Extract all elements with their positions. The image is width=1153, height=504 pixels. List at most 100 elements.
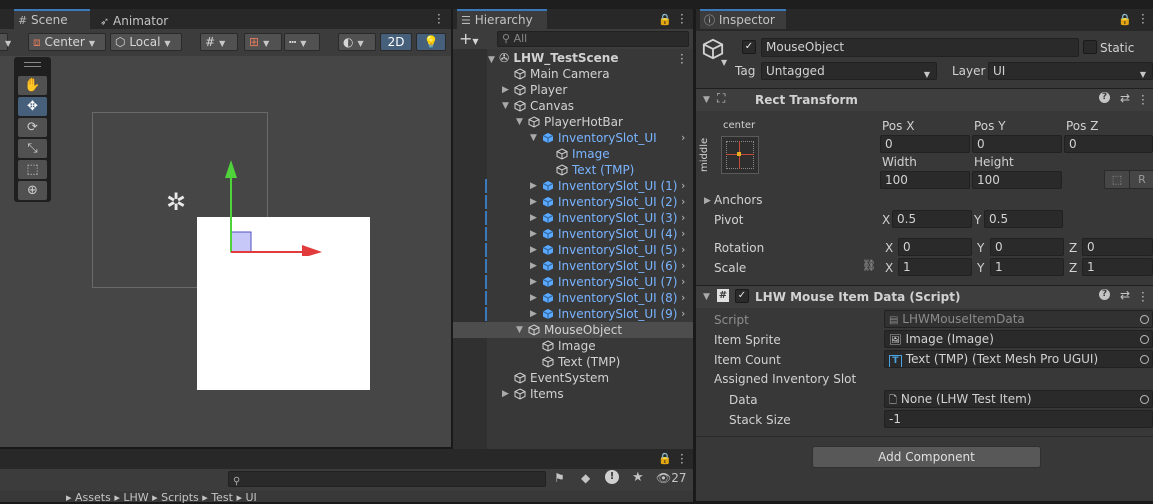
expand-arrow-icon[interactable]: ▶ <box>704 196 711 206</box>
stack-size-input[interactable]: -1 <box>884 410 1153 428</box>
lighting-button[interactable]: 💡 <box>416 33 446 51</box>
collapse-arrow-icon[interactable]: ▼ <box>516 117 523 127</box>
hierarchy-item-player[interactable]: Player <box>514 82 567 98</box>
tab-hierarchy[interactable]: ☰ Hierarchy <box>457 9 547 29</box>
scene-root[interactable]: ▼ ✇ LHW_TestScene <box>488 50 618 66</box>
breadcrumb-assets[interactable]: Assets <box>75 491 111 504</box>
item-sprite-field[interactable]: 🖼 Image (Image) <box>884 330 1153 348</box>
ruler-button[interactable]: ┅ ▼ <box>284 33 320 51</box>
expand-arrow-icon[interactable]: ▶ <box>502 389 509 399</box>
hierarchy-item-inventoryslot-ui-7[interactable]: InventorySlot_UI (7) <box>542 274 677 290</box>
breadcrumb-test[interactable]: Test <box>211 491 233 504</box>
collapse-arrow-icon[interactable]: ▼ <box>502 101 509 111</box>
open-prefab-arrow-icon[interactable]: › <box>681 211 685 224</box>
hierarchy-item-canvas[interactable]: Canvas <box>514 98 574 114</box>
icon-selector-arrow-icon[interactable]: ▼ <box>721 58 727 67</box>
expand-arrow-icon[interactable]: ▶ <box>530 181 537 191</box>
increment-snap-button[interactable]: ⊞ ▼ <box>244 33 282 51</box>
hierarchy-item-inventoryslot-ui-4[interactable]: InventorySlot_UI (4) <box>542 226 677 242</box>
hierarchy-item-mouseobject[interactable]: MouseObject <box>528 322 622 338</box>
scene-viewport[interactable]: ✲ <box>0 56 451 447</box>
hierarchy-item-inventoryslot-ui-2[interactable]: InventorySlot_UI (2) <box>542 194 677 210</box>
splitter[interactable] <box>451 9 453 449</box>
raw-edit-button[interactable]: R <box>1129 170 1153 189</box>
object-name-input[interactable]: MouseObject <box>761 38 1079 57</box>
expand-arrow-icon[interactable]: ▶ <box>530 261 537 271</box>
collapse-arrow-icon[interactable]: ▼ <box>516 325 523 335</box>
layer-dropdown[interactable]: UI ▼ <box>988 62 1153 80</box>
scale-z-input[interactable]: 1 <box>1082 258 1153 276</box>
hierarchy-item-inventoryslot-ui-6[interactable]: InventorySlot_UI (6) <box>542 258 677 274</box>
hierarchy-item-mouse-image[interactable]: Image <box>542 338 596 354</box>
scale-tool-button[interactable]: ⤡ <box>18 139 47 158</box>
rotation-z-input[interactable]: 0 <box>1082 238 1153 256</box>
hierarchy-item-mouse-text[interactable]: Text (TMP) <box>542 354 620 370</box>
hierarchy-item-eventsystem[interactable]: EventSystem <box>514 370 609 386</box>
width-input[interactable]: 100 <box>880 171 970 189</box>
item-count-field[interactable]: T Text (TMP) (Text Mesh Pro UGUI) <box>884 350 1153 368</box>
expand-arrow-icon[interactable]: ▶ <box>530 197 537 207</box>
open-prefab-arrow-icon[interactable]: › <box>681 227 685 240</box>
shading-mode-button[interactable]: ◐ ▼ <box>338 33 376 51</box>
blueprint-mode-button[interactable]: ⬚ <box>1104 170 1130 189</box>
filter-type-icon[interactable]: ⚑ <box>554 471 565 485</box>
hierarchy-item-items[interactable]: Items <box>514 386 564 402</box>
create-button[interactable]: +▼ <box>459 29 479 48</box>
hierarchy-item-inventoryslot-ui-3[interactable]: InventorySlot_UI (3) <box>542 210 677 226</box>
hierarchy-lock-icon[interactable]: 🔒 <box>658 13 672 26</box>
pos-z-input[interactable]: 0 <box>1064 135 1153 153</box>
scene-menu-dots-icon[interactable]: · · · <box>680 49 684 69</box>
anchors-label[interactable]: Anchors <box>714 192 763 208</box>
pos-x-input[interactable]: 0 <box>880 135 970 153</box>
tab-animator[interactable]: ➶ Animator <box>96 11 176 31</box>
breadcrumb-ui[interactable]: UI <box>246 491 257 504</box>
scale-y-input[interactable]: 1 <box>990 258 1064 276</box>
label-icon[interactable]: ◆ <box>581 471 590 485</box>
hierarchy-item-playerhotbar[interactable]: PlayerHotBar <box>528 114 623 130</box>
favorite-star-icon[interactable]: ★ <box>632 470 644 485</box>
expand-arrow-icon[interactable]: ▶ <box>530 293 537 303</box>
data-field[interactable]: 🗋 None (LHW Test Item) <box>884 390 1153 408</box>
open-prefab-arrow-icon[interactable]: › <box>681 307 685 320</box>
palette-grip-icon[interactable] <box>24 62 41 67</box>
hierarchy-item-inventoryslot-ui[interactable]: InventorySlot_UI <box>542 130 657 146</box>
static-checkbox[interactable] <box>1083 40 1097 54</box>
component-menu-icon[interactable]: · · · <box>1141 90 1145 110</box>
hand-tool-button[interactable]: ✋ <box>18 76 47 95</box>
pivot-y-input[interactable]: 0.5 <box>984 210 1063 228</box>
move-gizmo[interactable] <box>220 156 330 256</box>
mode-2d-button[interactable]: 2D <box>380 33 412 51</box>
inspector-lock-icon[interactable]: 🔒 <box>1118 13 1132 26</box>
hierarchy-item-inventoryslot-ui-1[interactable]: InventorySlot_UI (1) <box>542 178 677 194</box>
scale-x-input[interactable]: 1 <box>898 258 972 276</box>
preset-icon[interactable]: ⇄ <box>1120 288 1130 302</box>
preset-icon[interactable]: ⇄ <box>1120 91 1130 105</box>
rotation-x-input[interactable]: 0 <box>898 238 972 256</box>
collapse-arrow-icon[interactable]: ▼ <box>703 95 710 105</box>
object-picker-icon[interactable] <box>1140 395 1149 404</box>
pivot-x-input[interactable]: 0.5 <box>892 210 972 228</box>
project-menu-icon[interactable]: · · · <box>680 449 684 469</box>
expand-arrow-icon[interactable]: ▶ <box>530 245 537 255</box>
space-mode-dropdown[interactable]: ⬡ Local ▼ <box>110 33 182 51</box>
open-prefab-arrow-icon[interactable]: › <box>681 275 685 288</box>
project-lock-icon[interactable]: 🔒 <box>658 452 672 465</box>
splitter[interactable] <box>693 9 696 501</box>
collapse-arrow-icon[interactable]: ▼ <box>530 133 537 143</box>
rect-tool-button[interactable]: ⬚ <box>18 160 47 179</box>
open-prefab-arrow-icon[interactable]: › <box>681 131 685 144</box>
hierarchy-item-text-tmp[interactable]: Text (TMP) <box>556 162 634 178</box>
expand-arrow-icon[interactable]: ▶ <box>530 277 537 287</box>
open-prefab-arrow-icon[interactable]: › <box>681 179 685 192</box>
expand-arrow-icon[interactable]: ▶ <box>502 85 509 95</box>
transform-tool-button[interactable]: ⊕ <box>18 181 47 200</box>
open-prefab-arrow-icon[interactable]: › <box>681 291 685 304</box>
expand-arrow-icon[interactable]: ▶ <box>530 229 537 239</box>
expand-arrow-icon[interactable]: ▶ <box>530 309 537 319</box>
open-prefab-arrow-icon[interactable]: › <box>681 195 685 208</box>
pos-y-input[interactable]: 0 <box>972 135 1062 153</box>
active-checkbox[interactable]: ✓ <box>742 40 756 54</box>
warning-icon[interactable]: ! <box>605 470 619 484</box>
visibility-count[interactable]: 👁27 <box>656 471 687 485</box>
help-icon[interactable]: ? <box>1099 289 1110 300</box>
